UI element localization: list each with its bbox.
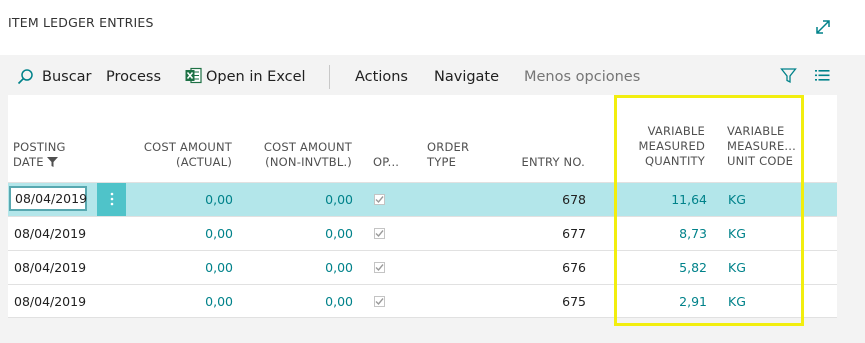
expand-icon[interactable]: [814, 18, 832, 36]
checkbox-checked-icon: [374, 262, 385, 273]
column-header-cost-actual[interactable]: COST AMOUNT (ACTUAL): [126, 140, 232, 170]
cost-amount-non-invtbl-cell[interactable]: 0,00: [268, 217, 353, 250]
toolbar-divider: [329, 65, 330, 89]
column-header-order-type[interactable]: ORDER TYPE: [427, 140, 469, 170]
column-header-cost-non-invtbl[interactable]: COST AMOUNT (NON-INVTBL.): [248, 140, 352, 170]
open-in-excel-button[interactable]: Open in Excel: [206, 67, 306, 87]
cost-amount-non-invtbl-cell[interactable]: 0,00: [268, 251, 353, 284]
column-header-posting-date[interactable]: POSTING DATE: [13, 140, 66, 170]
column-header-entry-no[interactable]: ENTRY NO.: [488, 155, 585, 170]
entry-no-cell[interactable]: 677: [508, 217, 586, 250]
posting-date-cell[interactable]: 08/04/2019: [14, 217, 86, 250]
posting-date-cell[interactable]: 08/04/2019: [14, 251, 86, 284]
cost-amount-actual-cell[interactable]: 0,00: [148, 217, 233, 250]
checkbox-checked-icon: [374, 194, 385, 205]
action-bar: Buscar Process Open in Excel Actions Nav…: [0, 55, 865, 95]
entry-no-cell[interactable]: 675: [508, 285, 586, 318]
cost-amount-non-invtbl-cell[interactable]: 0,00: [268, 285, 353, 318]
entry-no-cell[interactable]: 678: [508, 183, 586, 216]
filter-icon[interactable]: [780, 67, 797, 84]
highlight-annotation-box: [614, 95, 804, 326]
cost-amount-actual-cell[interactable]: 0,00: [148, 251, 233, 284]
posting-date-field[interactable]: 08/04/2019: [9, 186, 87, 211]
checkbox-checked-icon: [374, 228, 385, 239]
page-title: ITEM LEDGER ENTRIES: [8, 15, 154, 30]
row-menu-button[interactable]: [97, 183, 126, 217]
column-header-open[interactable]: OP...: [373, 155, 399, 170]
entry-no-cell[interactable]: 676: [508, 251, 586, 284]
list-view-icon[interactable]: [815, 69, 830, 82]
checkbox-checked-icon: [374, 296, 385, 307]
vertical-ellipsis-icon: [110, 192, 113, 206]
search-button[interactable]: Buscar: [42, 67, 92, 87]
cost-amount-actual-cell[interactable]: 0,00: [148, 183, 233, 216]
actions-menu-button[interactable]: Actions: [355, 67, 408, 87]
column-filter-icon: [46, 157, 58, 167]
navigate-menu-button[interactable]: Navigate: [434, 67, 499, 87]
process-menu-button[interactable]: Process: [106, 67, 161, 87]
excel-icon[interactable]: [185, 67, 202, 84]
search-icon[interactable]: [17, 68, 34, 85]
less-options-button[interactable]: Menos opciones: [524, 67, 640, 87]
cost-amount-actual-cell[interactable]: 0,00: [148, 285, 233, 318]
cost-amount-non-invtbl-cell[interactable]: 0,00: [268, 183, 353, 216]
posting-date-cell[interactable]: 08/04/2019: [14, 285, 86, 318]
title-bar: ITEM LEDGER ENTRIES: [0, 0, 865, 55]
